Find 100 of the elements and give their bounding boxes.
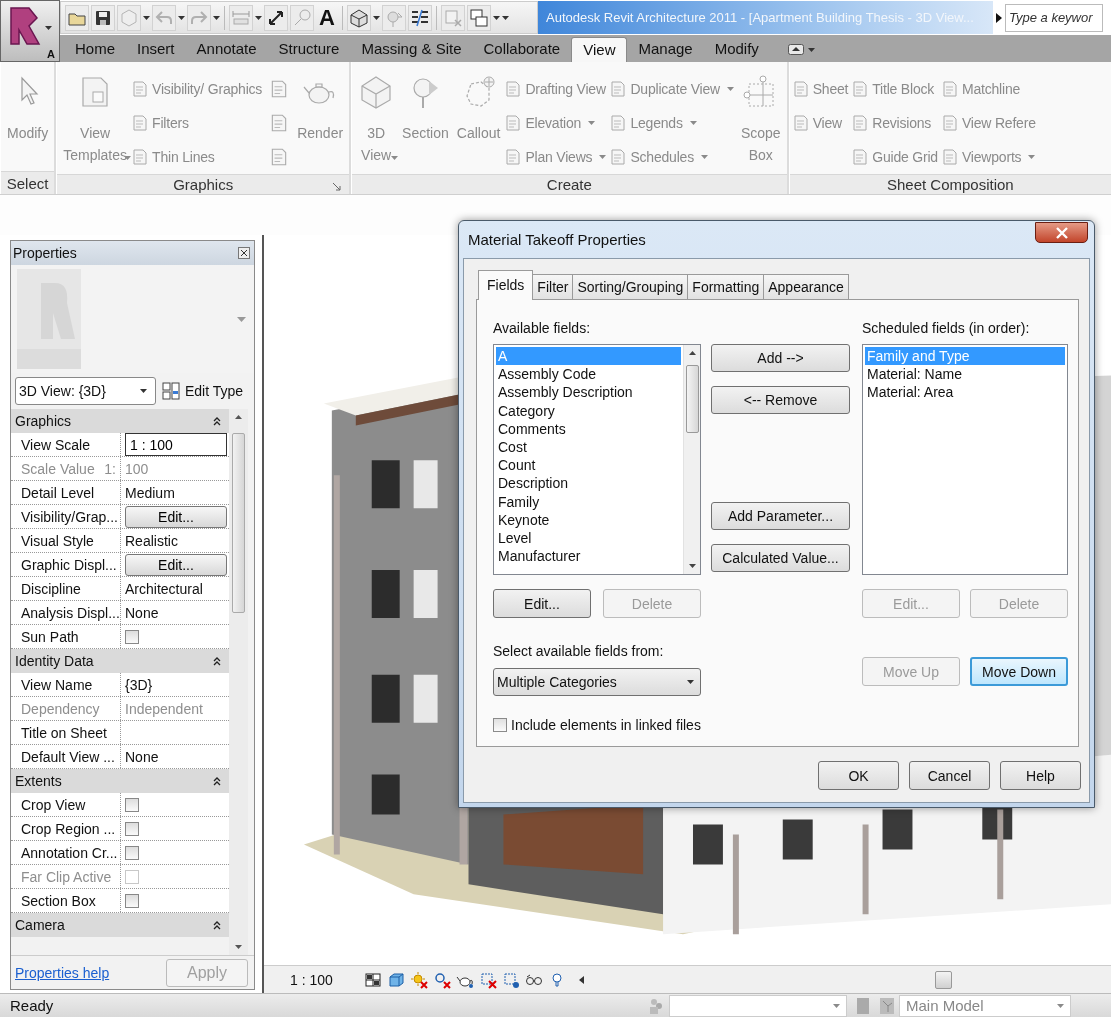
caret-icon[interactable] (237, 316, 246, 322)
ribbon-tab[interactable]: Manage (627, 37, 704, 62)
shadows-off-icon[interactable] (432, 970, 451, 989)
ribbon-tab[interactable]: View (571, 37, 628, 62)
scroll-thumb[interactable] (685, 365, 699, 433)
switch-windows-button[interactable] (466, 4, 491, 31)
redo-button[interactable] (187, 4, 211, 31)
dialog-button[interactable]: Add Parameter... (711, 502, 850, 530)
scroll-thumb[interactable] (232, 433, 245, 613)
caret-icon (178, 15, 185, 20)
design-options-icon[interactable] (879, 996, 895, 1015)
expand-arrow-icon[interactable] (996, 12, 1002, 23)
checkbox[interactable] (125, 797, 139, 812)
scroll-down-icon[interactable] (235, 945, 242, 949)
save-button[interactable] (91, 4, 115, 31)
dialog-button[interactable]: Cancel (909, 761, 990, 790)
diagonal-arrow-button[interactable] (264, 4, 288, 31)
group-header[interactable]: Identity Data (11, 649, 229, 673)
list-item[interactable]: Assembly Description (496, 383, 681, 402)
property-label: View Scale (21, 436, 90, 453)
search-field[interactable]: Type a keywor (1005, 3, 1103, 32)
list-item[interactable]: Material: Area (865, 383, 1065, 402)
edit-type-button[interactable]: Edit Type (162, 382, 244, 400)
list-item[interactable]: Assembly Code (496, 365, 681, 384)
property-value-field[interactable]: 1 : 100 (125, 433, 227, 456)
list-item[interactable]: Category (496, 401, 681, 420)
checkbox[interactable] (125, 845, 139, 860)
dialog-button[interactable]: Edit... (493, 589, 591, 618)
scroll-up-icon[interactable] (235, 415, 242, 419)
ribbon-tab[interactable]: Annotate (185, 37, 268, 62)
list-item[interactable]: Count (496, 456, 681, 475)
list-item[interactable]: Cost (496, 437, 681, 457)
text-tool-button[interactable]: A (316, 4, 338, 31)
list-item[interactable]: Comments (496, 419, 681, 438)
view-scale-button[interactable]: 1 : 100 (290, 971, 333, 988)
property-label: Graphic Displ... (21, 556, 117, 573)
checkbox[interactable] (125, 821, 139, 836)
ribbon-tab[interactable]: Home (64, 37, 126, 62)
scrollbar[interactable] (229, 409, 248, 955)
dialog-tab[interactable]: Fields (478, 270, 534, 300)
list-box[interactable]: A Assembly Code Assembly Description Category Comments Cost Count Description Family Keynote Level Manufacturer (493, 344, 701, 575)
dialog-button[interactable]: Calculated Value... (711, 544, 850, 572)
group-header[interactable]: Extents (11, 769, 229, 793)
list-item[interactable]: Material: Name (865, 365, 1065, 384)
scrollbar[interactable] (683, 345, 700, 574)
dialog-button[interactable]: <-- Remove (711, 386, 850, 414)
undo-button[interactable] (152, 4, 176, 31)
scroll-down-icon[interactable] (688, 564, 696, 568)
close-windows-button[interactable] (440, 4, 465, 31)
list-item[interactable]: Manufacturer (496, 547, 681, 566)
edit-button[interactable]: Edit... (125, 553, 227, 576)
checkbox-label: Include elements in linked files (511, 717, 701, 733)
dialog-tab[interactable]: Appearance (763, 274, 849, 299)
help-link[interactable]: Properties help (15, 964, 110, 981)
worksets-icon[interactable] (647, 996, 665, 1015)
crop-off-icon[interactable] (478, 970, 497, 989)
dialog-tab[interactable]: Sorting/Grouping (572, 274, 689, 299)
ribbon-tab[interactable]: Insert (126, 37, 186, 62)
list-item[interactable]: Keynote (496, 510, 681, 529)
edit-button[interactable]: Edit... (125, 505, 227, 528)
application-menu-button[interactable]: A (0, 0, 60, 62)
collapse-icon (213, 656, 221, 666)
door-icon[interactable] (855, 996, 871, 1015)
scroll-thumb[interactable] (934, 970, 952, 989)
dialog-tab[interactable]: Filter (532, 274, 574, 299)
group-header[interactable]: Graphics (11, 409, 229, 433)
scroll-up-icon[interactable] (688, 351, 696, 355)
group-header[interactable]: Camera (11, 913, 229, 937)
dialog-button[interactable]: Add --> (711, 344, 850, 372)
category-dropdown[interactable]: Multiple Categories (493, 668, 701, 696)
design-option-dropdown[interactable]: Main Model (899, 994, 1071, 1017)
house-button[interactable] (346, 4, 371, 31)
section-marker-button[interactable] (381, 4, 406, 31)
dialog-button[interactable]: Help (1000, 761, 1081, 790)
close-button[interactable] (1035, 222, 1088, 243)
dialog-button[interactable]: Move Down (970, 657, 1068, 686)
thin-lines-button[interactable] (407, 4, 432, 31)
list-box[interactable]: Family and Type Material: Name Material: Area (862, 344, 1068, 575)
list-item[interactable]: Family (496, 492, 681, 511)
minimize-ribbon-icon (787, 44, 804, 55)
ribbon-tab[interactable]: Massing & Site (350, 37, 473, 62)
dialog-launcher-icon[interactable] (333, 183, 342, 191)
property-label: Dependency (21, 700, 100, 717)
checkbox[interactable] (125, 893, 139, 908)
type-selector-dropdown[interactable]: 3D View: {3D} (15, 377, 156, 405)
scroll-left-icon[interactable] (578, 975, 584, 984)
cube-icon[interactable] (386, 970, 405, 989)
list-item[interactable]: Level (496, 528, 681, 548)
close-icon[interactable] (238, 247, 250, 259)
detail-level-icon[interactable] (363, 970, 382, 989)
ribbon-tab[interactable]: Collaborate (472, 37, 572, 62)
list-item[interactable]: Description (496, 474, 681, 493)
crop-region-icon[interactable] (501, 970, 520, 989)
checkbox[interactable] (125, 629, 139, 644)
dialog-button[interactable]: OK (818, 761, 899, 790)
sun-off-icon[interactable] (409, 970, 428, 989)
dialog-tab[interactable]: Formatting (687, 274, 765, 299)
checkbox[interactable] (493, 718, 507, 732)
ribbon-tab[interactable]: Structure (267, 37, 351, 62)
ribbon-tab[interactable]: Modify (703, 37, 770, 62)
